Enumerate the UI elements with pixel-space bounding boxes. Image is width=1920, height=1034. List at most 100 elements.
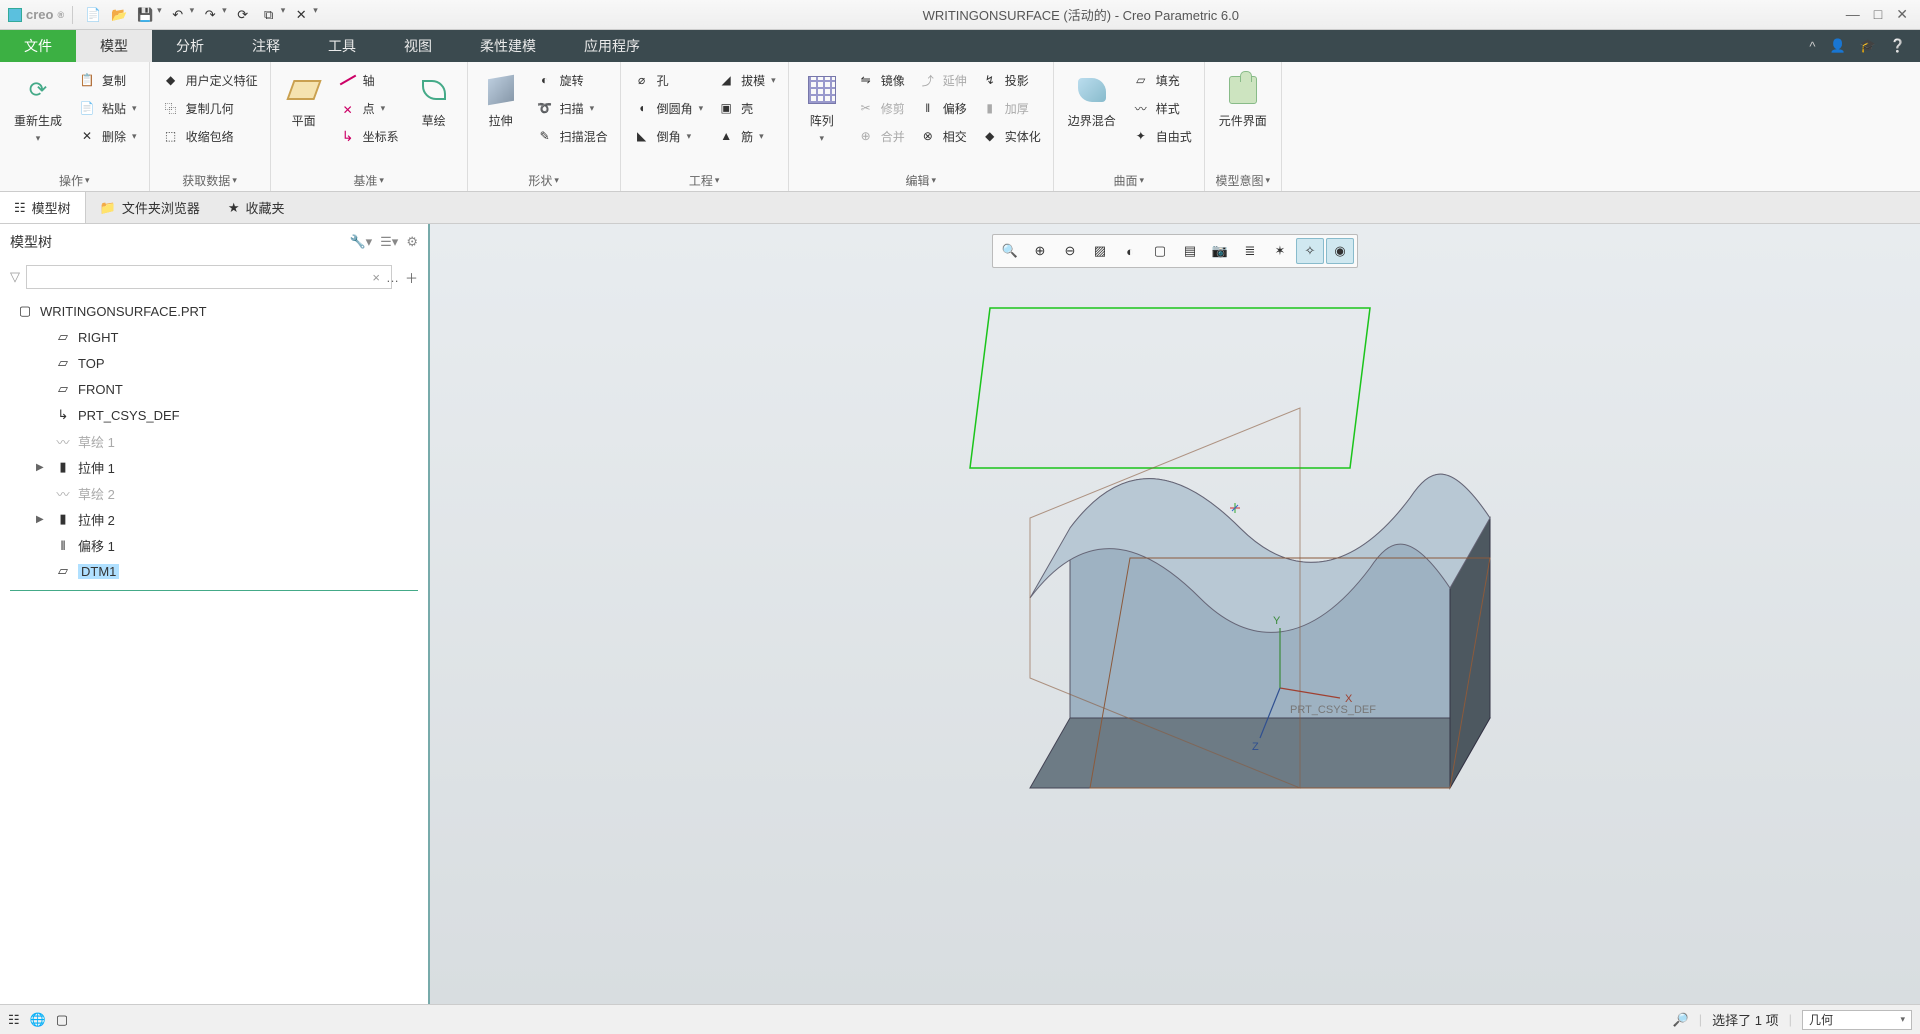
tab-tools[interactable]: 工具 xyxy=(304,30,380,62)
fill-button[interactable]: ▱填充 xyxy=(1128,68,1196,92)
tab-apps[interactable]: 应用程序 xyxy=(560,30,664,62)
help-search-icon[interactable]: 👤 xyxy=(1829,38,1845,54)
tree-item-right[interactable]: ▱RIGHT xyxy=(0,324,428,350)
shrinkwrap-button[interactable]: ⬚收缩包络 xyxy=(158,124,262,148)
tree-item-extrude2[interactable]: ▶▮拉伸 2 xyxy=(0,506,428,532)
insert-marker[interactable] xyxy=(10,590,418,591)
redo-icon[interactable]: ↷ xyxy=(200,5,220,25)
tree-item-sketch2[interactable]: 〰草绘 2 xyxy=(0,480,428,506)
tree-root[interactable]: ▢ WRITINGONSURFACE.PRT xyxy=(0,298,428,324)
tree-filter-row: ▽ × … ＋ xyxy=(0,260,428,294)
solidify-button[interactable]: ◆实体化 xyxy=(977,124,1045,148)
minimize-button[interactable]: — xyxy=(1846,6,1860,23)
datum-plane-dtm1[interactable] xyxy=(970,308,1370,468)
tab-analysis[interactable]: 分析 xyxy=(152,30,228,62)
regenerate-button[interactable]: ⟳ 重新生成 ▾ xyxy=(8,68,68,148)
windows-icon[interactable]: ⧉ xyxy=(259,5,279,25)
tree-search-options-icon[interactable]: … xyxy=(386,270,399,285)
tab-flexible[interactable]: 柔性建模 xyxy=(456,30,560,62)
tree-item-csys[interactable]: ↳PRT_CSYS_DEF xyxy=(0,402,428,428)
delete-button[interactable]: ✕删除▾ xyxy=(74,124,141,148)
panel-tab-favorites[interactable]: ★收藏夹 xyxy=(214,192,299,223)
expand-icon[interactable]: ▶ xyxy=(36,514,48,525)
paste-button[interactable]: 📄粘贴▾ xyxy=(74,96,141,120)
component-interface-button[interactable]: 元件界面 xyxy=(1213,68,1273,133)
status-browser-icon[interactable]: 🌐 xyxy=(30,1012,46,1028)
copy-geom-button[interactable]: ⿻复制几何 xyxy=(158,96,262,120)
tab-view[interactable]: 视图 xyxy=(380,30,456,62)
selection-filter-dropdown[interactable]: 几何 ▾ xyxy=(1802,1010,1912,1030)
extrude-button[interactable]: 拉伸 xyxy=(476,68,526,133)
freestyle-button[interactable]: ✦自由式 xyxy=(1128,124,1196,148)
tree-item-dtm1[interactable]: ▱DTM1 xyxy=(0,558,428,584)
boundary-blend-button[interactable]: 边界混合 xyxy=(1062,68,1122,133)
solid-bottom-face[interactable] xyxy=(1030,718,1490,788)
axis-button[interactable]: 轴 xyxy=(335,68,403,92)
open-icon[interactable]: 📂 xyxy=(109,5,129,25)
tree-show-icon[interactable]: ☰▾ xyxy=(380,234,398,250)
solidify-icon: ◆ xyxy=(981,127,999,145)
close-window-icon[interactable]: ✕ xyxy=(291,5,311,25)
learning-icon[interactable]: 🎓 xyxy=(1860,38,1876,54)
filter-funnel-icon[interactable]: ▽ xyxy=(10,269,20,285)
merge-button[interactable]: ⊕合并 xyxy=(853,124,909,148)
panel-tab-folder-browser[interactable]: 📁文件夹浏览器 xyxy=(86,192,214,223)
style-button[interactable]: 〰样式 xyxy=(1128,96,1196,120)
sketch-button[interactable]: 草绘 xyxy=(409,68,459,133)
graphics-viewport[interactable]: 🔍 ⊕ ⊖ ▨ ◐ ▢ ▤ 📷 ≣ ✶ ✧ ◉ xyxy=(430,224,1920,1004)
tree-tools-icon[interactable]: 🔧▾ xyxy=(349,234,372,250)
status-tree-icon[interactable]: ☷ xyxy=(8,1012,20,1028)
sweep-blend-button[interactable]: ✎扫描混合 xyxy=(532,124,612,148)
plane-button[interactable]: 平面 xyxy=(279,68,329,133)
expand-icon[interactable]: ▶ xyxy=(36,462,48,473)
help-icon[interactable]: ❔ xyxy=(1890,38,1906,54)
group-label-datum: 基准▾ xyxy=(271,169,467,191)
undo-icon[interactable]: ↶ xyxy=(168,5,188,25)
thicken-button[interactable]: ▮加厚 xyxy=(977,96,1045,120)
new-icon[interactable]: 📄 xyxy=(83,5,103,25)
clear-search-icon[interactable]: × xyxy=(372,270,380,285)
point-button[interactable]: 点▾ xyxy=(335,96,403,120)
tree-settings-icon[interactable]: ⚙ xyxy=(406,234,418,250)
mirror-button[interactable]: ⇋镜像 xyxy=(853,68,909,92)
tab-model[interactable]: 模型 xyxy=(76,30,152,62)
tree-item-extrude1[interactable]: ▶▮拉伸 1 xyxy=(0,454,428,480)
close-button[interactable]: ✕ xyxy=(1896,6,1908,23)
tree-item-front[interactable]: ▱FRONT xyxy=(0,376,428,402)
tree-item-top[interactable]: ▱TOP xyxy=(0,350,428,376)
csys-button[interactable]: ↳坐标系 xyxy=(335,124,403,148)
tree-search-input[interactable] xyxy=(26,265,392,289)
save-icon[interactable]: 💾 xyxy=(135,5,155,25)
panel-tab-model-tree[interactable]: ☷模型树 xyxy=(0,192,86,223)
draft-button[interactable]: ◢拔模▾ xyxy=(713,68,780,92)
collapse-ribbon-icon[interactable]: ^ xyxy=(1809,39,1815,54)
tab-annotate[interactable]: 注释 xyxy=(228,30,304,62)
extend-button[interactable]: ⤴延伸 xyxy=(915,68,971,92)
tree-item-sketch1[interactable]: 〰草绘 1 xyxy=(0,428,428,454)
intersect-button[interactable]: ⊗相交 xyxy=(915,124,971,148)
round-button[interactable]: ◖倒圆角▾ xyxy=(629,96,708,120)
status-window-icon[interactable]: ▢ xyxy=(56,1012,68,1028)
merge-icon: ⊕ xyxy=(857,127,875,145)
rib-button[interactable]: ▲筋▾ xyxy=(713,124,780,148)
shell-button[interactable]: ▣壳 xyxy=(713,96,780,120)
regenerate-icon[interactable]: ⟳ xyxy=(233,5,253,25)
window-title: WRITINGONSURFACE (活动的) - Creo Parametric… xyxy=(328,5,1834,24)
udf-button[interactable]: ◆用户定义特征 xyxy=(158,68,262,92)
offset-button[interactable]: ‖偏移 xyxy=(915,96,971,120)
copy-button[interactable]: 📋复制 xyxy=(74,68,141,92)
chamfer-button[interactable]: ◣倒角▾ xyxy=(629,124,708,148)
sweep-button[interactable]: ➰扫描▾ xyxy=(532,96,612,120)
maximize-button[interactable]: □ xyxy=(1874,6,1882,23)
ribbon-group-engineering: ⌀孔 ◖倒圆角▾ ◣倒角▾ ◢拔模▾ ▣壳 ▲筋▾ 工程▾ xyxy=(621,62,789,191)
project-button[interactable]: ↯投影 xyxy=(977,68,1045,92)
revolve-button[interactable]: ◐旋转 xyxy=(532,68,612,92)
tree-add-icon[interactable]: ＋ xyxy=(405,268,418,287)
delete-icon: ✕ xyxy=(78,127,96,145)
trim-button[interactable]: ✂修剪 xyxy=(853,96,909,120)
tree-item-offset1[interactable]: ‖偏移 1 xyxy=(0,532,428,558)
pattern-button[interactable]: 阵列 ▾ xyxy=(797,68,847,148)
hole-button[interactable]: ⌀孔 xyxy=(629,68,708,92)
tab-file[interactable]: 文件 xyxy=(0,30,76,62)
find-icon[interactable]: 🔎 xyxy=(1673,1012,1689,1028)
